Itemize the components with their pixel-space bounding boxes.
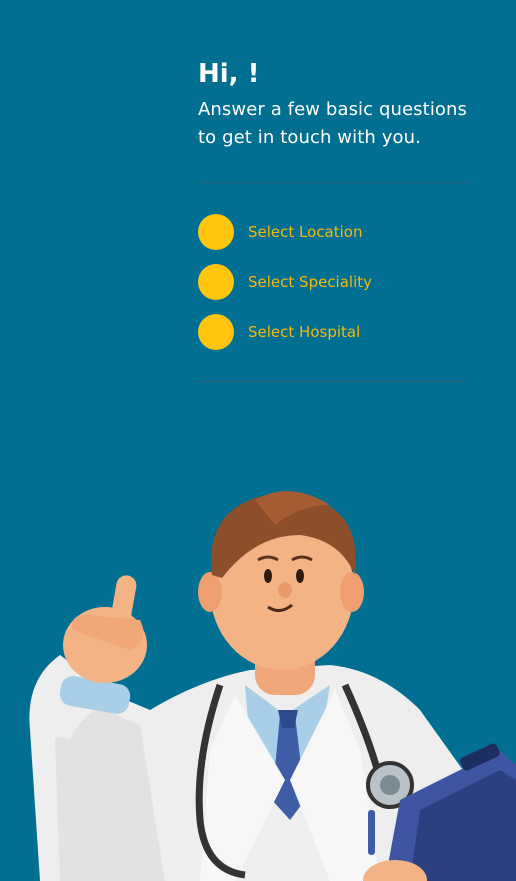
step-indicator-icon [198, 214, 234, 250]
step-select-speciality[interactable]: Select Speciality [198, 264, 468, 300]
step-indicator-icon [198, 314, 234, 350]
onboarding-screen: Hi, ! Answer a few basic questions to ge… [0, 0, 516, 881]
doctor-icon [29, 491, 516, 881]
greeting-title: Hi, ! [198, 59, 260, 89]
divider-top [198, 182, 468, 183]
step-label-speciality: Select Speciality [248, 273, 373, 291]
step-select-location[interactable]: Select Location [198, 214, 468, 250]
step-select-hospital[interactable]: Select Hospital [198, 314, 468, 350]
step-indicator-icon [198, 264, 234, 300]
step-label-location: Select Location [248, 223, 363, 241]
step-list: Select Location Select Speciality Select… [198, 214, 468, 350]
divider-bottom [198, 381, 468, 382]
questionnaire-panel: Hi, ! Answer a few basic questions to ge… [198, 56, 468, 382]
doctor-illustration [0, 480, 516, 881]
step-label-hospital: Select Hospital [248, 323, 361, 341]
greeting-subtitle: Answer a few basic questions to get in t… [198, 99, 468, 148]
